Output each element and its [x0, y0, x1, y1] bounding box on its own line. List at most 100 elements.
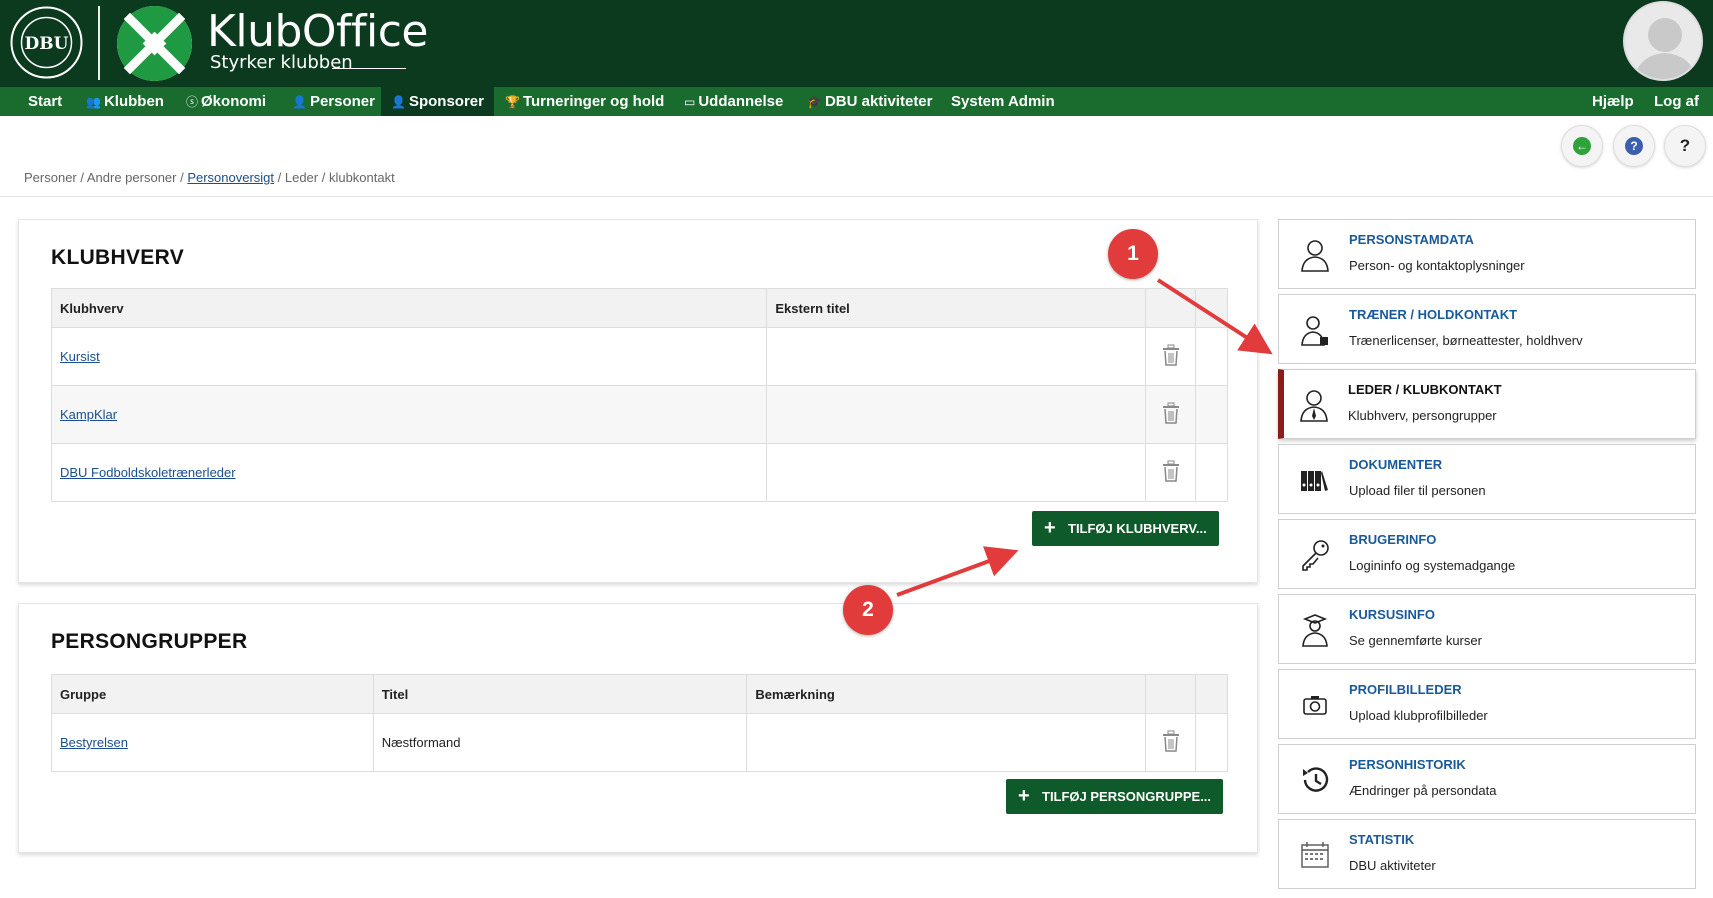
- help-button[interactable]: ?: [1664, 125, 1706, 167]
- sidebar-item-dokumenter[interactable]: DOKUMENTER Upload filer til personen: [1278, 444, 1696, 514]
- nav-turneringer[interactable]: 🏆 Turneringer og hold: [505, 87, 664, 116]
- add-persongruppe-button[interactable]: + TILFØJ PERSONGRUPPE...: [1006, 779, 1224, 814]
- sidebar-item-title: TRÆNER / HOLDKONTAKT: [1349, 307, 1518, 322]
- breadcrumb-link-personoversigt[interactable]: Personoversigt: [187, 170, 274, 185]
- nav-klubben[interactable]: 👥 Klubben: [86, 87, 164, 116]
- klubhverv-link[interactable]: DBU Fodboldskoletrænerleder: [60, 465, 236, 480]
- table-cell: Bestyrelsen: [51, 713, 374, 772]
- presentation-icon: ▭: [684, 95, 696, 109]
- plus-icon: +: [1044, 517, 1056, 539]
- table-cell: [746, 713, 1147, 772]
- table-row: Bestyrelsen Næstformand: [51, 713, 1228, 772]
- table-cell: [1145, 713, 1196, 772]
- table-cell: [1195, 713, 1228, 772]
- callout-badge: 1: [1108, 229, 1158, 279]
- table-cell: [1195, 385, 1228, 444]
- brand-title: KlubOffice: [207, 6, 429, 57]
- nav-help[interactable]: Hjælp: [1592, 87, 1634, 116]
- nav-start[interactable]: Start: [28, 87, 62, 116]
- binders-icon: [1301, 471, 1328, 491]
- graduate-icon: [1302, 614, 1328, 647]
- persongrupper-panel: PERSONGRUPPER Gruppe Titel Bemærkning Be…: [18, 603, 1258, 853]
- sidebar-item-kursusinfo[interactable]: KURSUSINFO Se gennemførte kurser: [1278, 594, 1696, 664]
- nav-personer[interactable]: 👤 Personer: [292, 87, 375, 116]
- coach-icon: [1301, 316, 1328, 346]
- nav-logout[interactable]: Log af: [1654, 87, 1699, 116]
- sidebar-item-profilbilleder[interactable]: PROFILBILLEDER Upload klubprofilbilleder: [1278, 669, 1696, 739]
- button-label: TILFØJ KLUBHVERV...: [1068, 521, 1207, 536]
- nav-system-admin[interactable]: System Admin: [951, 87, 1055, 116]
- sidebar-item-desc: Trænerlicenser, børneattester, holdhverv: [1349, 333, 1583, 348]
- klubhverv-link[interactable]: Kursist: [60, 349, 100, 364]
- sponsor-icon: 👤: [391, 95, 406, 109]
- avatar-silhouette-icon: [1633, 18, 1697, 79]
- table-cell: [1195, 327, 1228, 386]
- app-header: DBU KlubOffice Styrker klubben: [0, 0, 1713, 87]
- brand-subtitle: Styrker klubben: [210, 52, 353, 73]
- sidebar-item-leder[interactable]: LEDER / KLUBKONTAKT Klubhverv, persongru…: [1278, 369, 1696, 439]
- kluboffice-logo-icon[interactable]: [115, 4, 194, 83]
- callout-badge: 2: [843, 585, 893, 635]
- table-cell: [766, 327, 1147, 386]
- person-outline-icon: [1301, 240, 1329, 272]
- nav-sponsorer[interactable]: 👤 Sponsorer: [381, 87, 494, 116]
- sidebar-item-statistik[interactable]: STATISTIK DBU aktiviteter: [1278, 819, 1696, 889]
- add-klubhverv-button[interactable]: + TILFØJ KLUBHVERV...: [1032, 511, 1219, 546]
- header-divider: [98, 6, 100, 80]
- question-icon: ?: [1679, 136, 1691, 155]
- klubhverv-link[interactable]: KampKlar: [60, 407, 117, 422]
- table-cell: Kursist: [50, 327, 768, 386]
- klubhverv-title: KLUBHVERV: [51, 246, 184, 269]
- sidebar-item-title: KURSUSINFO: [1349, 607, 1435, 622]
- column-header: Gruppe: [51, 674, 374, 714]
- sidebar-item-desc: Upload filer til personen: [1349, 483, 1486, 498]
- table-cell: Næstformand: [372, 713, 748, 772]
- main-nav: Start 👥 Klubben ⓢ Økonomi 👤 Personer 👤 Spons…: [0, 87, 1713, 116]
- nav-okonomi[interactable]: ⓢ Økonomi: [186, 87, 266, 116]
- sidebar-item-personstamdata[interactable]: PERSONSTAMDATA Person- og kontaktoplysni…: [1278, 219, 1696, 289]
- table-row: Kursist: [50, 327, 1228, 386]
- plus-icon: +: [1018, 785, 1030, 807]
- dbu-logo-icon[interactable]: DBU: [10, 6, 83, 79]
- calendar-icon: [1301, 842, 1329, 868]
- persongruppe-link[interactable]: Bestyrelsen: [60, 735, 128, 750]
- nav-uddannelse[interactable]: ▭ Uddannelse: [684, 87, 783, 116]
- trash-icon[interactable]: [1161, 344, 1181, 366]
- breadcrumb-prefix: Personer / Andre personer /: [24, 170, 188, 185]
- sidebar-item-title: PERSONSTAMDATA: [1349, 232, 1474, 247]
- trash-icon[interactable]: [1161, 402, 1181, 424]
- user-avatar[interactable]: [1623, 1, 1703, 81]
- history-icon: [1303, 767, 1329, 792]
- breadcrumb: Personer / Andre personer / Personoversi…: [24, 170, 395, 185]
- table-header-row: Gruppe Titel Bemærkning: [51, 674, 1228, 714]
- sidebar-item-personhistorik[interactable]: PERSONHISTORIK Ændringer på persondata: [1278, 744, 1696, 814]
- help-info-button[interactable]: ?: [1613, 125, 1655, 167]
- sidebar-item-desc: DBU aktiviteter: [1349, 858, 1436, 873]
- graduation-cap-icon: 🎓: [807, 95, 822, 109]
- back-arrow-icon: ←: [1573, 137, 1591, 155]
- sidebar-item-brugerinfo[interactable]: BRUGERINFO Logininfo og systemadgange: [1278, 519, 1696, 589]
- sidebar-item-desc: Klubhverv, persongrupper: [1348, 408, 1497, 423]
- trash-icon[interactable]: [1161, 460, 1181, 482]
- sidebar-item-title: LEDER / KLUBKONTAKT: [1348, 382, 1502, 397]
- table-row: KampKlar: [50, 385, 1228, 444]
- svg-text:DBU: DBU: [25, 34, 69, 54]
- coin-icon: ⓢ: [186, 95, 199, 109]
- column-header-actions: [1145, 288, 1196, 328]
- sidebar-item-desc: Ændringer på persondata: [1349, 783, 1497, 798]
- column-header-extra: [1195, 288, 1228, 328]
- breadcrumb-suffix: / Leder / klubkontakt: [274, 170, 395, 185]
- trophy-icon: 🏆: [505, 95, 520, 109]
- back-button[interactable]: ←: [1561, 125, 1603, 167]
- sidebar-item-traener[interactable]: TRÆNER / HOLDKONTAKT Trænerlicenser, bør…: [1278, 294, 1696, 364]
- table-cell: [1145, 327, 1196, 386]
- trash-icon[interactable]: [1161, 730, 1181, 752]
- table-header-row: Klubhverv Ekstern titel: [50, 288, 1228, 328]
- table-cell: [766, 443, 1147, 502]
- table-cell: [766, 385, 1147, 444]
- sidebar-item-title: PERSONHISTORIK: [1349, 757, 1466, 772]
- nav-dbu-aktiviteter[interactable]: 🎓 DBU aktiviteter: [807, 87, 933, 116]
- leader-tie-icon: [1300, 390, 1328, 422]
- column-header-extra: [1195, 674, 1228, 714]
- table-cell: [1145, 385, 1196, 444]
